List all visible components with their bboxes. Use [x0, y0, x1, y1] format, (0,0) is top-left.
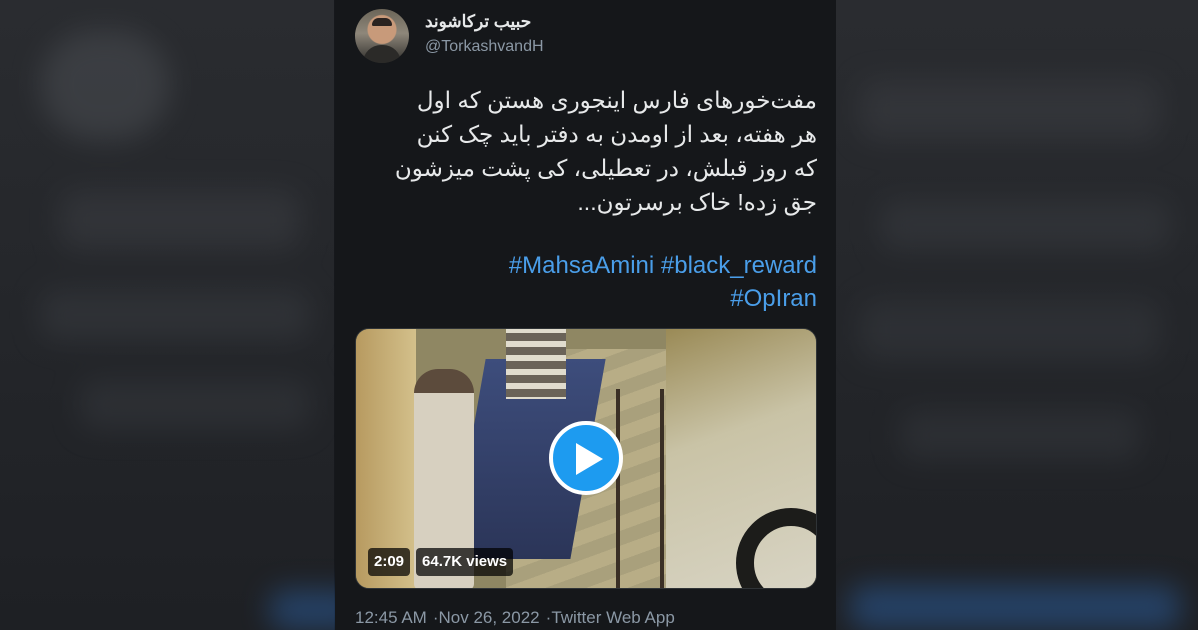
tweet-source[interactable]: Twitter Web App: [551, 608, 674, 627]
tweet-text-line: هر هفته، بعد از اومدن به دفتر باید چک کن…: [416, 121, 817, 147]
video-player[interactable]: 2:09 64.7K views: [355, 328, 817, 589]
tweet-text: مفت‌خورهای فارس اینجوری هستن که اول هر ه…: [355, 83, 817, 219]
tweet-date[interactable]: Nov 26, 2022: [439, 608, 540, 627]
hashtag-link[interactable]: #black_reward: [661, 252, 817, 279]
video-frame-stand: [616, 389, 664, 588]
video-views: 64.7K views: [416, 548, 514, 576]
video-frame-chair: [506, 329, 566, 399]
tweet-card: حبیب ترکاشوند @TorkashvandH مفت‌خورهای ف…: [335, 0, 836, 630]
tweet-time[interactable]: 12:45 AM: [355, 608, 427, 627]
play-button[interactable]: [549, 421, 623, 495]
user-handle[interactable]: @TorkashvandH: [425, 36, 585, 58]
display-name[interactable]: حبیب ترکاشوند: [425, 11, 585, 33]
avatar[interactable]: [355, 9, 409, 63]
hashtags: #MahsaAmini #black_reward #OpIran: [355, 249, 817, 315]
tweet-text-line: جق زده! خاک برسرتون...: [577, 189, 817, 215]
hashtag-link[interactable]: #OpIran: [730, 285, 817, 312]
video-info: 2:09 64.7K views: [368, 548, 519, 576]
video-duration: 2:09: [368, 548, 411, 576]
hashtag-link[interactable]: #MahsaAmini: [509, 252, 654, 279]
tweet-text-line: که روز قبلش، در تعطیلی، کی پشت میزشون: [394, 155, 817, 181]
tweet-meta: 12:45 AM ·Nov 26, 2022 ·Twitter Web App: [355, 607, 675, 629]
author-block: حبیب ترکاشوند @TorkashvandH: [425, 11, 585, 58]
play-icon: [576, 443, 603, 475]
tweet-text-line: مفت‌خورهای فارس اینجوری هستن که اول: [416, 87, 817, 113]
